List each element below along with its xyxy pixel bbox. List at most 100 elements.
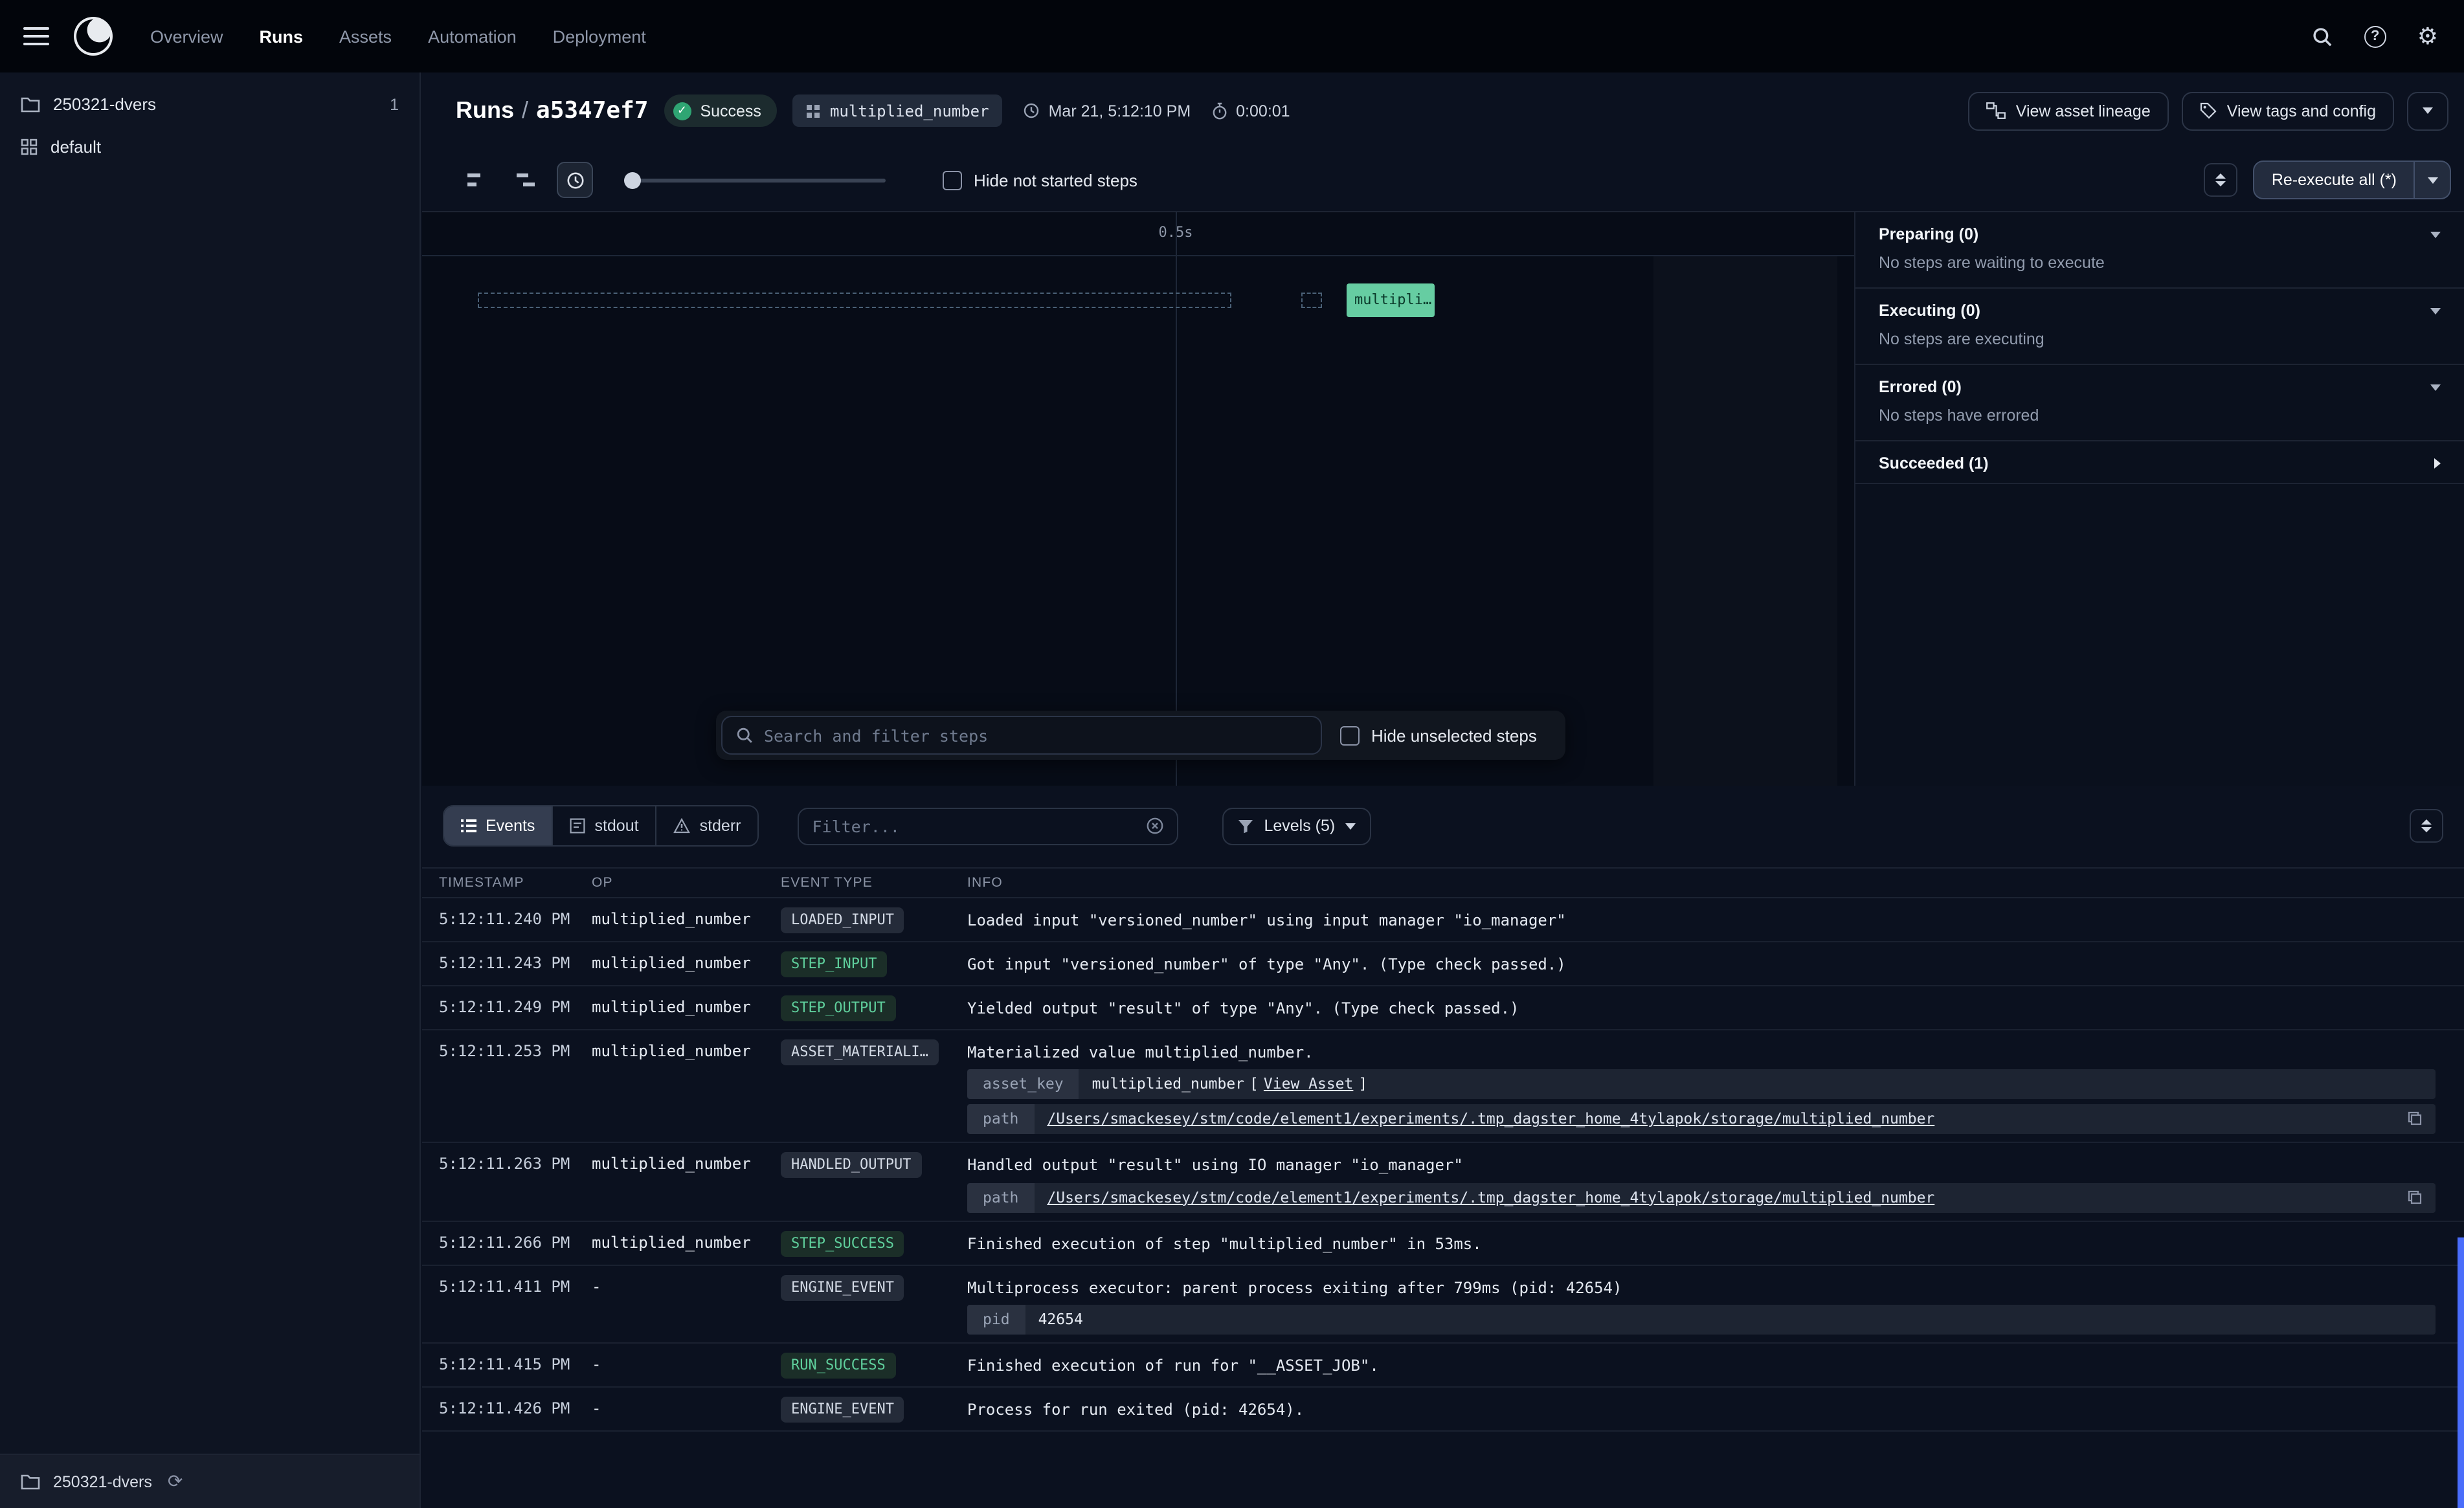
- log-expand-stepper[interactable]: [2410, 809, 2443, 843]
- nav-deployment[interactable]: Deployment: [553, 27, 646, 46]
- sidebar-footer[interactable]: 250321-dvers ⟳: [0, 1454, 420, 1508]
- event-row[interactable]: 5:12:11.411 PM - ENGINE_EVENT Multiproce…: [422, 1266, 2464, 1344]
- path-link[interactable]: /Users/smackesey/stm/code/element1/exper…: [1047, 1188, 1934, 1206]
- dagster-logo[interactable]: [73, 16, 114, 57]
- run-id: a5347ef7: [536, 97, 648, 124]
- copy-icon[interactable]: [2407, 1111, 2423, 1127]
- tab-stdout[interactable]: stdout: [553, 806, 656, 845]
- scrollbar-thumb[interactable]: [2458, 1237, 2464, 1508]
- nav-assets[interactable]: Assets: [339, 27, 392, 46]
- gantt-view-flat-icon[interactable]: [458, 162, 495, 198]
- log-filter-input[interactable]: Filter...: [798, 807, 1178, 845]
- settings-gear-icon[interactable]: ⚙: [2417, 25, 2438, 48]
- breadcrumb-separator: /: [522, 97, 528, 123]
- menu-icon[interactable]: [23, 27, 49, 45]
- meta-key: path: [967, 1105, 1034, 1135]
- zoom-slider[interactable]: [624, 167, 886, 193]
- event-row[interactable]: 5:12:11.249 PM multiplied_number STEP_OU…: [422, 986, 2464, 1030]
- checkbox-unchecked[interactable]: [1340, 726, 1360, 745]
- events-table-body: 5:12:11.240 PM multiplied_number LOADED_…: [422, 898, 2464, 1508]
- chevron-down-icon: [2427, 177, 2437, 183]
- event-info: Process for run exited (pid: 42654).: [967, 1394, 2436, 1422]
- event-row[interactable]: 5:12:11.243 PM multiplied_number STEP_IN…: [422, 942, 2464, 986]
- search-icon[interactable]: [2311, 25, 2333, 47]
- gantt-time-ruler: 0.5s: [422, 212, 1854, 256]
- run-start-time: Mar 21, 5:12:10 PM: [1023, 102, 1191, 120]
- gantt-view-timed-icon[interactable]: [557, 162, 593, 198]
- help-icon[interactable]: ?: [2364, 25, 2386, 47]
- asset-tag[interactable]: multiplied_number: [792, 94, 1002, 127]
- event-timestamp: 5:12:11.415 PM: [422, 1350, 592, 1373]
- gantt-view-waterfall-icon[interactable]: [508, 162, 544, 198]
- status-section-header[interactable]: Preparing (0): [1855, 212, 2464, 254]
- view-asset-lineage-button[interactable]: View asset lineage: [1968, 91, 2169, 130]
- status-section-header[interactable]: Executing (0): [1855, 289, 2464, 330]
- event-type-badge: ENGINE_EVENT: [781, 1397, 904, 1423]
- nav-runs[interactable]: Runs: [260, 27, 304, 46]
- hide-not-started-toggle[interactable]: Hide not started steps: [943, 170, 1137, 190]
- log-filter-placeholder: Filter...: [812, 816, 1136, 836]
- event-info: Finished execution of run for "__ASSET_J…: [967, 1350, 2436, 1378]
- chevron-down-icon: [2216, 181, 2226, 186]
- event-row[interactable]: 5:12:11.426 PM - ENGINE_EVENT Process fo…: [422, 1388, 2464, 1432]
- event-type-badge: HANDLED_OUTPUT: [781, 1153, 921, 1179]
- event-row[interactable]: 5:12:11.415 PM - RUN_SUCCESS Finished ex…: [422, 1344, 2464, 1388]
- event-type-badge: STEP_OUTPUT: [781, 995, 896, 1021]
- sidebar-group-row[interactable]: 250321-dvers 1: [0, 83, 420, 126]
- meta-value: multiplied_number [View Asset]: [1079, 1070, 2436, 1100]
- success-check-icon: ✓: [673, 102, 691, 120]
- path-link[interactable]: /Users/smackesey/stm/code/element1/exper…: [1047, 1110, 1934, 1128]
- levels-dropdown-button[interactable]: Levels (5): [1222, 807, 1371, 845]
- sidebar-group-count: 1: [390, 95, 399, 113]
- view-tags-and-config-button[interactable]: View tags and config: [2182, 91, 2394, 130]
- slider-knob[interactable]: [624, 172, 641, 188]
- step-search-input[interactable]: Search and filter steps: [721, 716, 1322, 755]
- gantt-toolbar: Hide not started steps Re-execute all (*…: [422, 149, 2464, 212]
- view-asset-link[interactable]: View Asset: [1264, 1075, 1354, 1093]
- event-row[interactable]: 5:12:11.240 PM multiplied_number LOADED_…: [422, 898, 2464, 942]
- hide-unselected-toggle[interactable]: Hide unselected steps: [1340, 726, 1537, 745]
- event-op: -: [592, 1272, 781, 1296]
- chevron-up-icon: [2216, 173, 2226, 179]
- nav-overview[interactable]: Overview: [150, 27, 223, 46]
- event-info: Yielded output "result" of type "Any". (…: [967, 993, 2436, 1021]
- status-badge: ✓ Success: [664, 94, 777, 127]
- clear-filter-icon[interactable]: [1146, 817, 1164, 835]
- copy-icon[interactable]: [2407, 1190, 2423, 1205]
- app-root: Overview Runs Assets Automation Deployme…: [0, 0, 2464, 1508]
- breadcrumb-runs-link[interactable]: Runs: [456, 97, 514, 123]
- step-status-panel: Preparing (0) No steps are waiting to ex…: [1854, 212, 2464, 786]
- event-meta-row: pid42654: [967, 1305, 2436, 1335]
- nav-automation[interactable]: Automation: [428, 27, 517, 46]
- event-meta-row: asset_keymultiplied_number [View Asset]: [967, 1070, 2436, 1100]
- status-section-header[interactable]: Errored (0): [1855, 365, 2464, 406]
- reexecute-all-button[interactable]: Re-execute all (*): [2255, 162, 2414, 198]
- checkbox-unchecked[interactable]: [943, 170, 962, 190]
- tab-events[interactable]: Events: [444, 806, 553, 845]
- event-row[interactable]: 5:12:11.253 PM multiplied_number ASSET_M…: [422, 1030, 2464, 1144]
- event-row[interactable]: 5:12:11.266 PM multiplied_number STEP_SU…: [422, 1222, 2464, 1266]
- event-log: Events stdout stderr: [422, 786, 2464, 1508]
- tab-stderr[interactable]: stderr: [657, 806, 758, 845]
- gantt-dependency-line: [478, 293, 1231, 308]
- run-actions-dropdown-button[interactable]: [2407, 91, 2448, 130]
- event-timestamp: 5:12:11.240 PM: [422, 905, 592, 928]
- reexecute-dropdown-button[interactable]: [2414, 162, 2450, 198]
- main-content: Runs / a5347ef7 ✓ Success multiplied_numbe…: [422, 72, 2464, 1508]
- list-icon: [461, 818, 476, 834]
- status-section-header[interactable]: Succeeded (1): [1855, 441, 2464, 483]
- event-timestamp: 5:12:11.243 PM: [422, 949, 592, 972]
- status-section-preparing: Preparing (0) No steps are waiting to ex…: [1855, 212, 2464, 289]
- panel-resize-stepper[interactable]: [2204, 163, 2238, 197]
- event-table-header: TIMESTAMP OP EVENT TYPE INFO: [422, 867, 2464, 898]
- topnav-actions: ? ⚙: [2311, 25, 2438, 48]
- event-type-badge: STEP_INPUT: [781, 951, 887, 977]
- sidebar-item-default[interactable]: default: [0, 126, 420, 168]
- asset-group-icon: [21, 139, 38, 155]
- log-tabs: Events stdout stderr: [443, 805, 759, 847]
- gantt-step-bar[interactable]: multipli…: [1347, 283, 1435, 317]
- event-row[interactable]: 5:12:11.263 PM multiplied_number HANDLED…: [422, 1144, 2464, 1222]
- event-meta-row: path/Users/smackesey/stm/code/element1/e…: [967, 1183, 2436, 1213]
- refresh-icon[interactable]: ⟳: [168, 1470, 183, 1492]
- lineage-icon: [1986, 102, 2006, 119]
